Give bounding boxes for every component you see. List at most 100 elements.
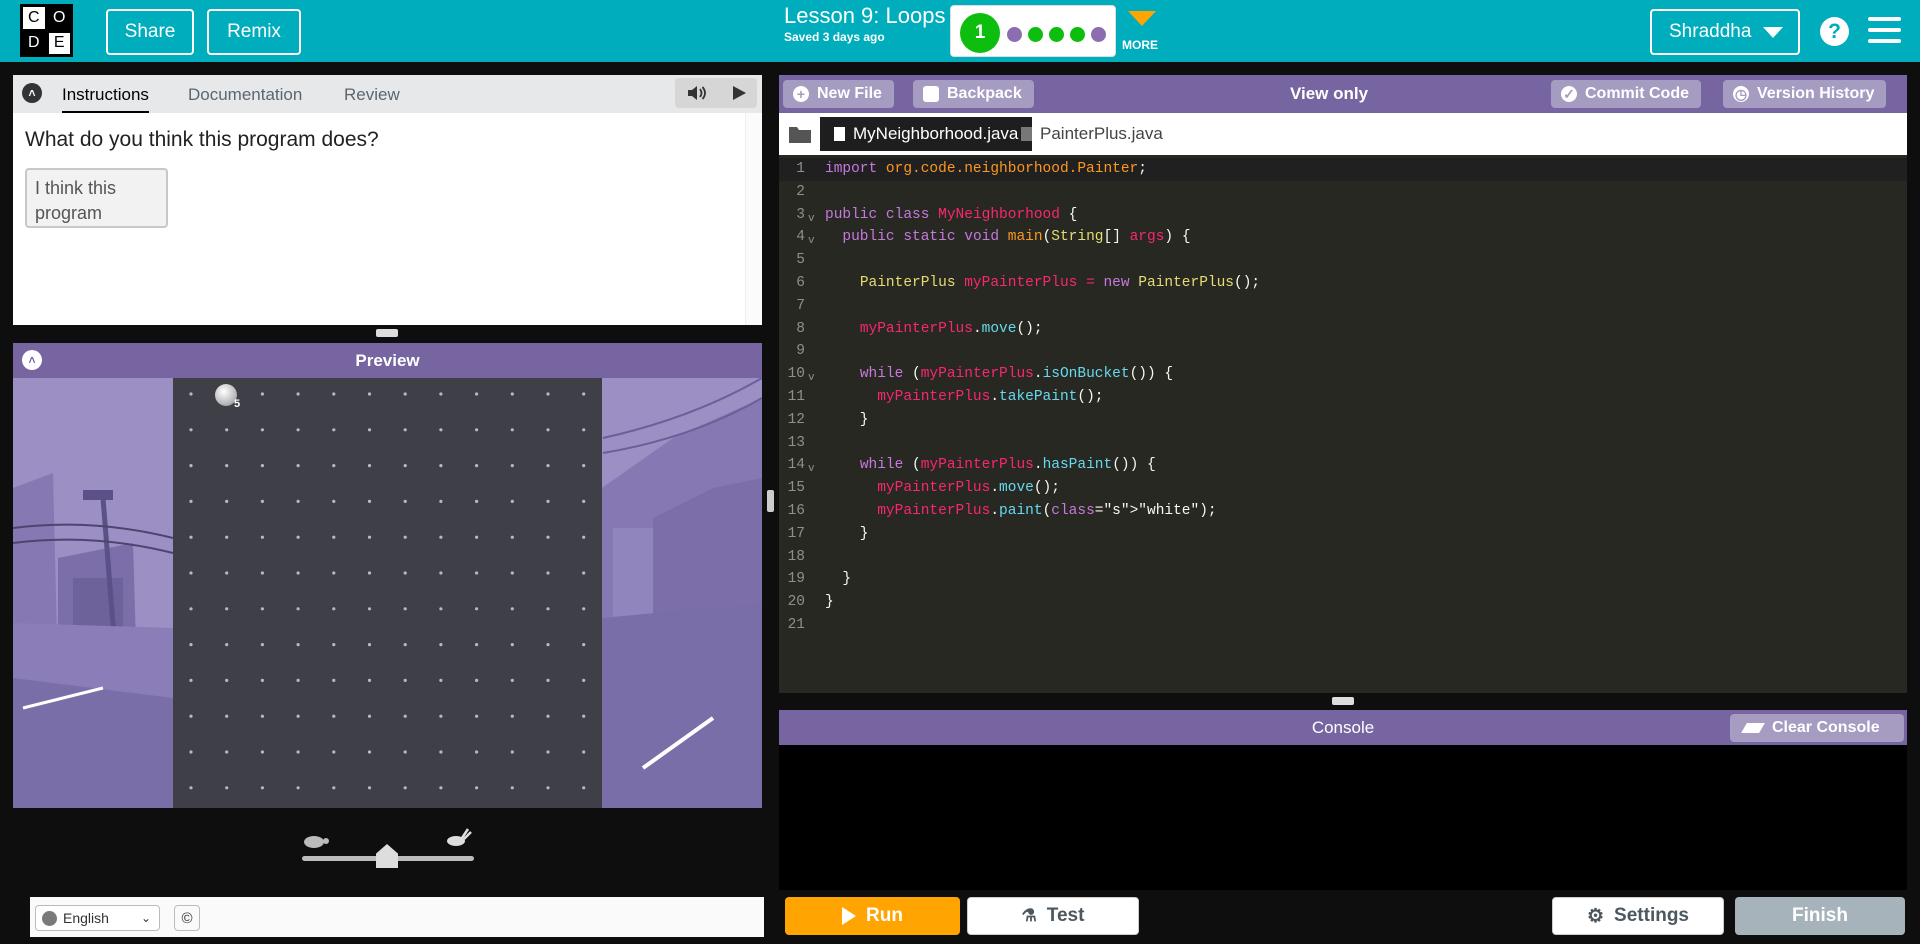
grid-dot (439, 499, 443, 503)
run-button[interactable]: Run (785, 897, 960, 935)
code-line[interactable]: 16 myPainterPlus.paint(class="s">"white"… (779, 500, 1907, 523)
panel-resize-handle[interactable] (767, 490, 774, 512)
line-number: 15 (787, 480, 805, 497)
grid-dot (332, 643, 336, 647)
code-line[interactable]: 11 myPainterPlus.takePaint(); (779, 386, 1907, 409)
grid-dot (189, 464, 193, 468)
line-number: 9 (796, 343, 805, 360)
code-line[interactable]: 14 v while (myPainterPlus.hasPaint()) { (779, 454, 1907, 477)
grid-dot (510, 607, 514, 611)
grid-dot (225, 428, 229, 432)
code-line[interactable]: 12 } (779, 409, 1907, 432)
tab-instructions[interactable]: Instructions (62, 85, 149, 113)
code-line[interactable]: 15 myPainterPlus.move(); (779, 477, 1907, 500)
grid-dot (332, 607, 336, 611)
code-line[interactable]: 3 v public class MyNeighborhood { (779, 204, 1907, 227)
version-history-label: Version History (1757, 85, 1875, 102)
share-button[interactable]: Share (106, 9, 194, 55)
grid-dot (260, 499, 264, 503)
console-output[interactable] (779, 745, 1907, 890)
line-number: 3 (796, 206, 805, 223)
settings-button[interactable]: ⚙ Settings (1552, 897, 1724, 935)
lesson-title[interactable]: Lesson 9: Loops (784, 3, 945, 29)
new-file-button[interactable]: + New File (783, 80, 894, 108)
preview-header: ˄ Preview (13, 343, 762, 378)
instructions-scrollbar[interactable] (745, 113, 762, 325)
instructions-tab-bar: ˄ Instructions Documentation Review (13, 75, 762, 113)
grid-dot (189, 714, 193, 718)
grid-dot (510, 643, 514, 647)
speaker-icon[interactable] (687, 85, 707, 101)
line-number: 7 (796, 297, 805, 314)
level-dot[interactable] (1028, 27, 1043, 42)
play-audio-icon[interactable] (731, 85, 747, 101)
logo-letter-o: O (48, 7, 70, 29)
backpack-button[interactable]: Backpack (913, 80, 1034, 108)
language-select[interactable]: English ⌄ (35, 905, 160, 931)
footer-bar: English ⌄ © (30, 897, 764, 937)
code-line[interactable]: 13 (779, 432, 1907, 455)
painter-grid[interactable]: 5 (173, 378, 602, 808)
collapse-instructions-icon[interactable]: ˄ (22, 83, 42, 103)
copyright-icon[interactable]: © (174, 905, 200, 931)
hamburger-menu-icon[interactable] (1868, 17, 1901, 45)
code-line[interactable]: 4v public static void main(String[] args… (779, 226, 1907, 249)
grid-dot (225, 786, 229, 790)
code-line[interactable]: 19 } (779, 568, 1907, 591)
grid-dot (582, 464, 586, 468)
code-line[interactable]: 2 (779, 181, 1907, 204)
grid-dot (296, 786, 300, 790)
folder-icon[interactable] (789, 125, 811, 143)
code-line[interactable]: 10 v while (myPainterPlus.isOnBucket()) { (779, 363, 1907, 386)
speed-slider[interactable] (302, 828, 474, 868)
file-tab-myneighborhood[interactable]: MyNeighborhood.java (820, 117, 1033, 151)
code-line[interactable]: 20} (779, 591, 1907, 614)
test-label: Test (1046, 905, 1085, 926)
tab-documentation[interactable]: Documentation (188, 85, 302, 105)
grid-dot (332, 786, 336, 790)
remix-button[interactable]: Remix (207, 9, 301, 55)
code-line[interactable]: 9 (779, 340, 1907, 363)
code-line[interactable]: 5 (779, 249, 1907, 272)
level-dot[interactable] (1091, 27, 1106, 42)
finish-button[interactable]: Finish (1735, 897, 1905, 935)
grid-dot (510, 786, 514, 790)
help-icon[interactable]: ? (1820, 17, 1849, 46)
grid-dot (510, 714, 514, 718)
code-text: while (myPainterPlus.isOnBucket()) { (859, 366, 1174, 383)
grid-dot (582, 678, 586, 682)
backpack-label: Backpack (947, 85, 1022, 102)
code-area[interactable]: 1 import org.code.neighborhood.Painter; 2 3… (779, 158, 1907, 637)
line-number: 18 (787, 548, 805, 565)
line-number: 5 (796, 252, 805, 269)
instructions-resize-handle[interactable] (376, 329, 398, 337)
version-history-button[interactable]: ◷ Version History (1723, 80, 1887, 108)
code-line[interactable]: 18 (779, 546, 1907, 569)
code-line[interactable]: 1 import org.code.neighborhood.Painter; (779, 158, 1907, 181)
answer-textarea[interactable]: I think this program (25, 168, 168, 228)
slider-thumb[interactable] (376, 844, 398, 868)
tab-review[interactable]: Review (344, 85, 400, 105)
more-label[interactable]: MORE (1122, 38, 1158, 52)
level-dot[interactable] (1049, 27, 1064, 42)
clear-console-button[interactable]: Clear Console (1730, 714, 1904, 742)
more-arrow-icon[interactable] (1128, 11, 1156, 26)
grid-dot (510, 499, 514, 503)
test-button[interactable]: ⚗ Test (967, 897, 1139, 935)
console-resize-handle[interactable] (1332, 697, 1354, 705)
level-dot[interactable] (1007, 27, 1022, 42)
file-tab-painterplus[interactable]: PainterPlus.java (1007, 117, 1177, 151)
user-menu-button[interactable]: Shraddha (1650, 9, 1800, 55)
code-line[interactable]: 21 (779, 614, 1907, 637)
current-level-bubble[interactable]: 1 (960, 13, 1000, 53)
grid-dot (475, 499, 479, 503)
code-line[interactable]: 6 PainterPlus myPainterPlus = new Painte… (779, 272, 1907, 295)
code-org-logo[interactable]: C O D E (20, 4, 73, 57)
caret-down-icon (1763, 26, 1784, 38)
code-line[interactable]: 17 } (779, 523, 1907, 546)
code-line[interactable]: 7 (779, 295, 1907, 318)
grid-dot (546, 428, 550, 432)
code-line[interactable]: 8 myPainterPlus.move(); (779, 318, 1907, 341)
level-dot[interactable] (1070, 27, 1085, 42)
commit-code-button[interactable]: ✓ Commit Code (1551, 80, 1701, 108)
